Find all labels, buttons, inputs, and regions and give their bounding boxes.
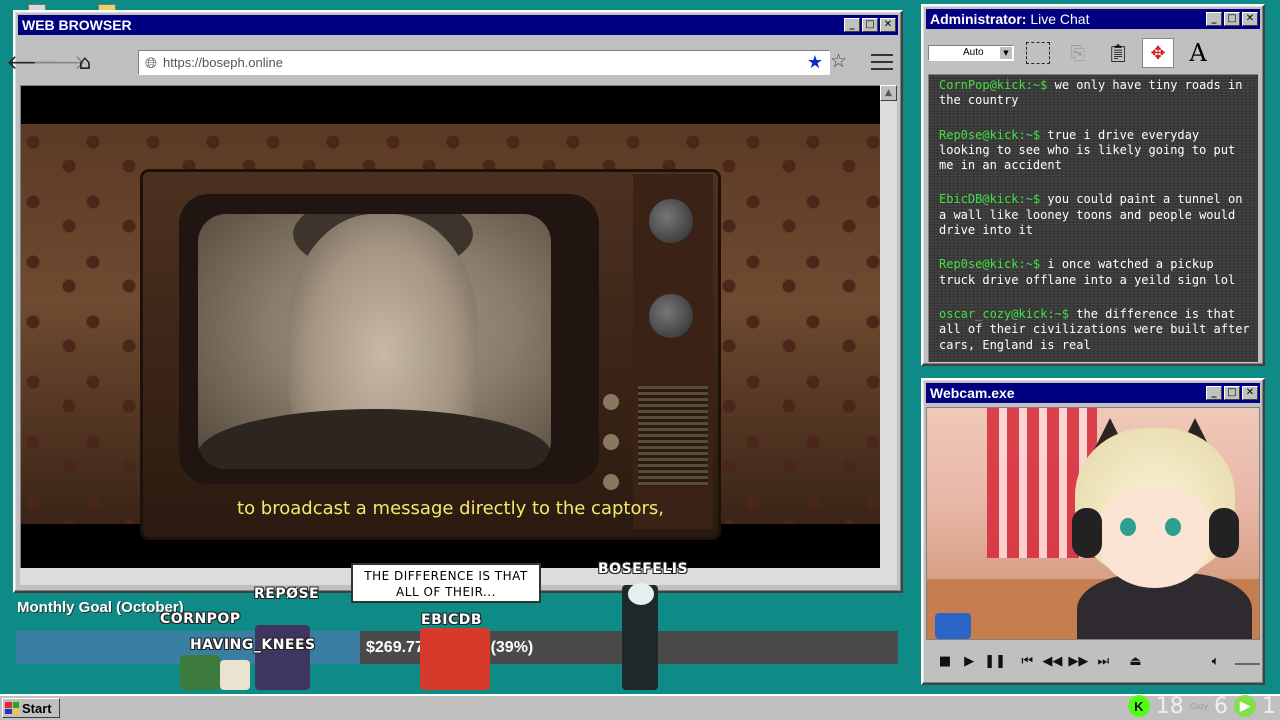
video-subtitle: to broadcast a message directly to the c… (237, 498, 664, 519)
webcam-titlebar[interactable]: Webcam.exe _ □ ✕ (926, 383, 1260, 403)
chat-title-bold: Administrator: (930, 11, 1027, 27)
tv-knob (649, 199, 693, 243)
chat-titlebar[interactable]: Administrator: Live Chat _ □ ✕ (926, 9, 1260, 29)
character-sprite (420, 628, 490, 690)
close-button[interactable]: ✕ (1242, 386, 1258, 400)
move-tool-button[interactable]: ✥ (1142, 38, 1174, 68)
close-button[interactable]: ✕ (1242, 12, 1258, 26)
character-name-ebicdb: EBICDB (421, 612, 483, 628)
close-button[interactable]: ✕ (880, 18, 896, 32)
text-tool-button[interactable]: A (1182, 38, 1214, 68)
chat-username: EbicDB@kick:~$ (939, 192, 1041, 207)
chat-username: oscar_cozy@kick:~$ (939, 306, 1070, 321)
minimize-button[interactable]: _ (1206, 12, 1222, 26)
character-name-cornpop: CORNPOP (160, 611, 241, 627)
media-controls: ■ ▶ ❚❚ ⏮ ◀◀ ▶▶ ⏭ ⏏ 🔈︎ (926, 646, 1260, 676)
size-select[interactable]: Auto ▼ (928, 45, 1014, 61)
chat-message: oscar_cozy@kick:~$ the difference is tha… (939, 307, 1250, 353)
taskbar: Start K 18 Cozy 6 ▶ 1 (0, 694, 1280, 720)
copy-tool-button[interactable]: ⎘ (1062, 38, 1094, 68)
speech-bubble: THE DIFFERENCE IS THAT ALL OF THEIR... (351, 563, 541, 603)
forward-arrow-icon[interactable]: 🡒 (32, 49, 86, 75)
browser-window: WEB BROWSER _ □ ✕ 🡐 🡒 ⌂ 🌐︎ https://bosep… (6, 10, 903, 593)
hamburger-menu-icon[interactable] (871, 52, 893, 72)
character-sprite (255, 625, 310, 690)
volume-icon[interactable]: 🔈︎ (1207, 654, 1225, 669)
chat-username: CornPop@kick:~$ (939, 78, 1048, 92)
home-icon[interactable]: ⌂ (72, 49, 98, 75)
tray-count: 1 (1262, 693, 1276, 719)
video-viewport[interactable]: to broadcast a message directly to the c… (20, 85, 880, 568)
skip-back-icon[interactable]: ⏮ (1018, 654, 1036, 669)
play-icon[interactable]: ▶ (960, 654, 978, 669)
chat-message: CornPop@kick:~$ we only have tiny roads … (939, 78, 1250, 109)
scroll-up-icon[interactable]: ▲ (880, 85, 897, 101)
tv-knob (649, 294, 693, 338)
address-bar[interactable]: 🌐︎ https://boseph.online ★ (138, 50, 830, 75)
volume-slider[interactable] (1234, 657, 1260, 665)
headphones-icon (1072, 508, 1102, 558)
vertical-scrollbar[interactable]: ▲ (880, 85, 897, 568)
webcam-title: Webcam.exe (930, 385, 1015, 401)
paste-tool-button[interactable]: 📋︎ (1102, 38, 1134, 68)
character-sprite (628, 583, 654, 605)
system-tray: K 18 Cozy 6 ▶ 1 (1127, 692, 1276, 720)
eject-icon[interactable]: ⏏ (1126, 654, 1144, 669)
start-button[interactable]: Start (2, 698, 60, 718)
chat-window: Administrator: Live Chat _ □ ✕ Auto ▼ ⎘ … (921, 4, 1265, 366)
star-outline-icon[interactable]: ☆ (830, 50, 847, 72)
bookmark-star-icon[interactable]: ★ (807, 52, 823, 73)
character-name-bosefelis: BOSEFELIS (598, 561, 689, 577)
chevron-down-icon[interactable]: ▼ (1000, 47, 1012, 59)
chat-message: Rep0se@kick:~$ i once watched a pickup t… (939, 257, 1250, 288)
minimize-button[interactable]: _ (844, 18, 860, 32)
mug-image (935, 613, 971, 639)
maximize-button[interactable]: □ (1224, 386, 1240, 400)
tv-speaker-grille (638, 386, 708, 486)
stop-icon[interactable]: ■ (936, 654, 954, 669)
skip-forward-icon[interactable]: ⏭ (1094, 654, 1112, 669)
character-name-having-knees: HAVING_KNEES (190, 637, 316, 653)
webcam-feed (926, 407, 1260, 640)
chat-message: Rep0se@kick:~$ true i drive everyday loo… (939, 128, 1250, 174)
start-label: Start (22, 700, 52, 716)
chat-title: Live Chat (1026, 11, 1090, 27)
tray-label: Cozy (1189, 701, 1208, 711)
tray-count: 18 (1155, 693, 1184, 719)
chat-message: EbicDB@kick:~$ you could paint a tunnel … (939, 192, 1250, 238)
windows-logo-icon (5, 702, 19, 714)
maximize-button[interactable]: □ (1224, 12, 1240, 26)
video-frame (21, 124, 880, 537)
pause-icon[interactable]: ❚❚ (984, 654, 1006, 669)
browser-titlebar[interactable]: WEB BROWSER _ □ ✕ (18, 15, 898, 35)
character-name-repose: REPØSE (254, 586, 320, 602)
kick-icon[interactable]: K (1127, 695, 1150, 717)
character-sprite (180, 655, 220, 690)
select-tool-button[interactable] (1022, 38, 1054, 68)
rewind-icon[interactable]: ◀◀ (1042, 654, 1062, 669)
browser-title: WEB BROWSER (22, 17, 132, 33)
tv-screen (198, 214, 551, 469)
character-sprite (220, 660, 250, 690)
play-circle-icon[interactable]: ▶ (1234, 695, 1256, 717)
tray-count: 6 (1214, 693, 1228, 719)
size-select-value: Auto (963, 47, 984, 58)
avatar-face (1097, 488, 1212, 588)
goal-title: Monthly Goal (October) (17, 599, 184, 616)
globe-icon: 🌐︎ (145, 53, 158, 72)
maximize-button[interactable]: □ (862, 18, 878, 32)
chat-log[interactable]: CornPop@kick:~$ we only have tiny roads … (928, 74, 1258, 362)
chat-username: Rep0se@kick:~$ (939, 127, 1041, 142)
chat-username: Rep0se@kick:~$ (939, 257, 1041, 272)
marquee-icon (1026, 42, 1050, 64)
url-text[interactable]: https://boseph.online (163, 55, 807, 70)
chat-toolbar: Auto ▼ ⎘ 📋︎ ✥ A (928, 34, 1258, 72)
webcam-window: Webcam.exe _ □ ✕ ■ ▶ ❚❚ ⏮ ◀◀ ▶▶ ⏭ ⏏ 🔈︎ (921, 378, 1265, 685)
minimize-button[interactable]: _ (1206, 386, 1222, 400)
fast-forward-icon[interactable]: ▶▶ (1068, 654, 1088, 669)
